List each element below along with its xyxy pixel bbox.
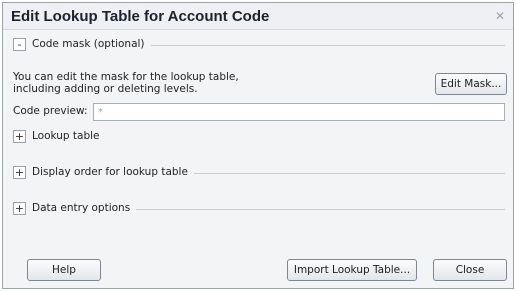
description-line: You can edit the mask for the lookup tab… — [13, 71, 239, 83]
code-mask-description: You can edit the mask for the lookup tab… — [13, 71, 333, 95]
section-label-display-order: Display order for lookup table — [32, 166, 194, 178]
edit-lookup-table-dialog: Edit Lookup Table for Account Code ✕ - C… — [2, 2, 514, 289]
section-data-entry: + Data entry options — [13, 201, 505, 217]
expand-toggle-lookup-table[interactable]: + — [13, 130, 26, 143]
description-line: including adding or deleting levels. — [13, 83, 198, 95]
import-lookup-table-button[interactable]: Import Lookup Table... — [287, 259, 417, 281]
dialog-content: - Code mask (optional) You can edit the … — [3, 30, 513, 288]
edit-mask-button[interactable]: Edit Mask... — [435, 73, 507, 95]
section-display-order: + Display order for lookup table — [13, 165, 505, 181]
code-preview-field[interactable] — [93, 103, 505, 121]
expand-toggle-display-order[interactable]: + — [13, 166, 26, 179]
title-bar: Edit Lookup Table for Account Code ✕ — [3, 3, 513, 30]
section-label-lookup-table: Lookup table — [32, 130, 106, 142]
section-code-mask: - Code mask (optional) — [13, 37, 505, 53]
dialog-title: Edit Lookup Table for Account Code — [11, 8, 270, 25]
section-label-data-entry: Data entry options — [32, 202, 137, 214]
section-lookup-table: + Lookup table — [13, 129, 505, 145]
help-button[interactable]: Help — [27, 259, 101, 281]
close-button[interactable]: Close — [433, 259, 507, 281]
collapse-toggle-code-mask[interactable]: - — [13, 38, 26, 51]
expand-toggle-data-entry[interactable]: + — [13, 202, 26, 215]
close-icon[interactable]: ✕ — [493, 9, 507, 23]
code-preview-label: Code preview: — [13, 105, 88, 117]
section-label-code-mask: Code mask (optional) — [32, 38, 151, 50]
